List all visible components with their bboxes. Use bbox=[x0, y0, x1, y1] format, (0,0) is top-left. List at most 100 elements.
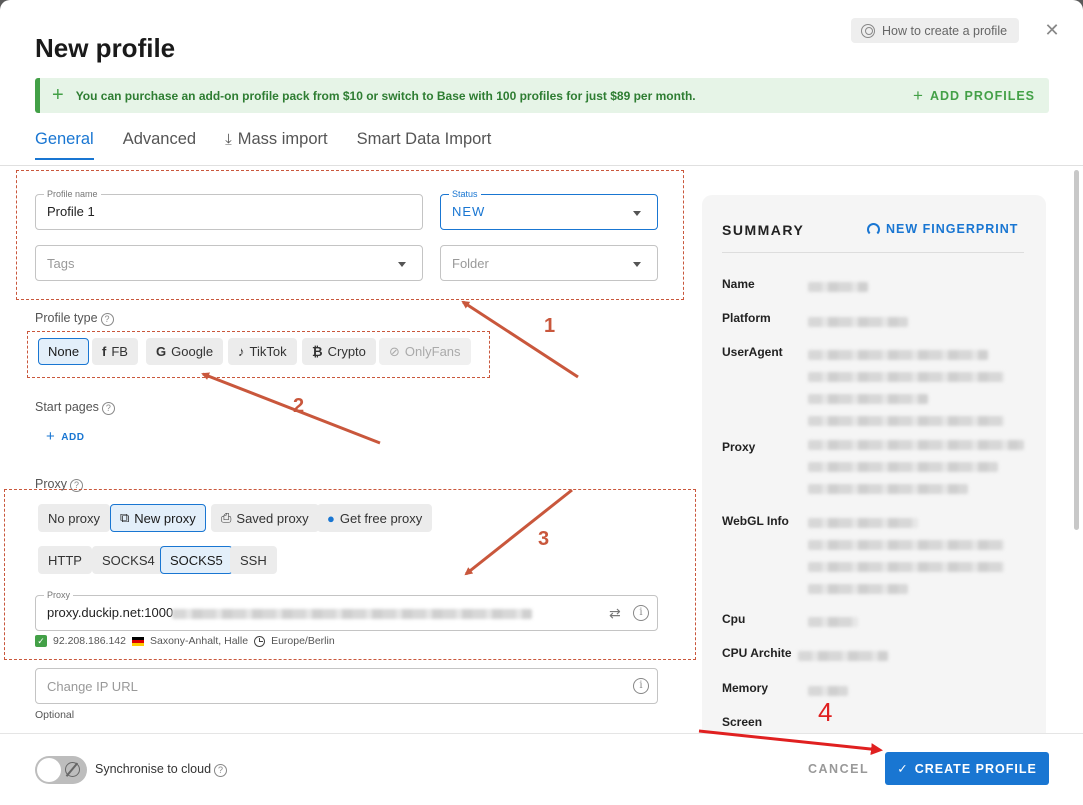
new-fingerprint-label: NEW FINGERPRINT bbox=[886, 222, 1019, 236]
summary-value-cpu bbox=[808, 614, 858, 632]
protocol-socks4-label: SOCKS4 bbox=[102, 552, 155, 568]
sync-cloud-toggle[interactable] bbox=[35, 756, 87, 784]
help-icon[interactable]: ? bbox=[100, 313, 114, 326]
clock-icon bbox=[254, 635, 266, 647]
profile-type-none[interactable]: None bbox=[38, 338, 90, 365]
chevron-down-icon bbox=[633, 262, 641, 267]
redacted-value bbox=[808, 317, 908, 327]
redacted-value bbox=[808, 518, 918, 528]
help-icon[interactable]: ? bbox=[101, 402, 115, 415]
bitcoin-icon: ₿ bbox=[312, 344, 323, 359]
summary-key-screen: Screen bbox=[722, 715, 763, 729]
info-icon[interactable]: i bbox=[633, 605, 649, 621]
redacted-value bbox=[808, 484, 968, 494]
proxy-location: Saxony-Anhalt, Halle bbox=[150, 635, 249, 647]
change-ip-url-helper: Optional bbox=[35, 709, 75, 721]
protocol-socks4[interactable]: SOCKS4 bbox=[92, 546, 165, 574]
status-value: NEW bbox=[452, 204, 486, 219]
tags-select[interactable]: Tags bbox=[35, 245, 423, 281]
check-icon: ✓ bbox=[35, 635, 47, 647]
profile-name-field[interactable]: Profile name Profile 1 bbox=[35, 189, 423, 230]
proxy-input[interactable]: Proxy proxy.duckip.net:1000 ⇄ i bbox=[35, 590, 658, 631]
redacted-value bbox=[808, 617, 858, 627]
tab-advanced-label: Advanced bbox=[122, 130, 197, 148]
add-profiles-button[interactable]: + ADD PROFILES bbox=[913, 86, 1035, 106]
proxy-mode-none[interactable]: No proxy bbox=[38, 504, 111, 532]
proxy-mode-free[interactable]: ● Get free proxy bbox=[317, 504, 433, 532]
redacted-value bbox=[808, 416, 1004, 426]
proxy-field-value: proxy.duckip.net:1000 bbox=[47, 605, 174, 620]
chevron-down-icon bbox=[398, 262, 406, 267]
plus-icon: + bbox=[46, 428, 56, 445]
annotation-number-4: 4 bbox=[818, 697, 833, 727]
plus-icon: + bbox=[913, 85, 924, 105]
create-profile-button[interactable]: ✓ CREATE PROFILE bbox=[885, 752, 1049, 785]
protocol-socks5-label: SOCKS5 bbox=[170, 552, 223, 568]
redacted-value bbox=[808, 282, 868, 292]
flag-icon bbox=[132, 636, 144, 646]
scrollbar[interactable] bbox=[1074, 170, 1079, 530]
folder-select[interactable]: Folder bbox=[440, 245, 658, 281]
start-pages-heading: Start pages? bbox=[35, 400, 115, 415]
proxy-mode-saved[interactable]: ⎙ Saved proxy bbox=[211, 504, 319, 532]
profile-name-label: Profile name bbox=[44, 189, 101, 200]
check-icon: ✓ bbox=[897, 762, 909, 776]
change-ip-url-input[interactable]: Change IP URL i bbox=[35, 668, 658, 704]
proxy-mode-new-label: New proxy bbox=[134, 510, 196, 526]
profile-type-label: Profile type bbox=[35, 311, 98, 325]
profile-type-crypto[interactable]: ₿ Crypto bbox=[302, 338, 376, 365]
protocol-socks5[interactable]: SOCKS5 bbox=[160, 546, 233, 574]
cloud-off-icon bbox=[65, 762, 80, 777]
close-icon[interactable]: ✕ bbox=[1043, 20, 1061, 41]
tab-mass-import[interactable]: ⤓ Mass import bbox=[225, 130, 328, 160]
tab-general-label: General bbox=[35, 130, 94, 148]
profile-type-fb[interactable]: f FB bbox=[92, 338, 138, 365]
help-icon[interactable]: ? bbox=[214, 764, 228, 777]
profile-type-heading: Profile type? bbox=[35, 311, 114, 326]
summary-key-cpu-architecture: CPU Archite bbox=[722, 646, 792, 660]
info-icon[interactable]: i bbox=[633, 678, 649, 694]
proxy-check-result: ✓ 92.208.186.142 Saxony-Anhalt, Halle Eu… bbox=[35, 635, 335, 647]
how-to-create-profile-button[interactable]: How to create a profile bbox=[851, 18, 1020, 43]
protocol-ssh[interactable]: SSH bbox=[230, 546, 277, 574]
sync-cloud-label: Synchronise to cloud bbox=[95, 762, 212, 776]
cancel-button[interactable]: CANCEL bbox=[808, 762, 869, 776]
tab-smart-data-import[interactable]: Smart Data Import bbox=[357, 130, 492, 160]
annotation-number-2: 2 bbox=[293, 395, 305, 417]
start-pages-label: Start pages bbox=[35, 400, 99, 414]
proxy-mode-new[interactable]: ⧉ New proxy bbox=[110, 504, 206, 532]
change-ip-url-placeholder: Change IP URL bbox=[47, 679, 138, 694]
redacted-value bbox=[798, 651, 888, 661]
status-select[interactable]: Status NEW bbox=[440, 189, 658, 230]
summary-key-name: Name bbox=[722, 277, 755, 291]
dialog-title: New profile bbox=[35, 33, 176, 63]
summary-value-webgl bbox=[808, 515, 1008, 599]
add-start-page-button[interactable]: + ADD bbox=[46, 428, 84, 445]
tab-advanced[interactable]: Advanced bbox=[123, 130, 196, 160]
summary-value-useragent bbox=[808, 347, 1008, 431]
profile-type-google[interactable]: G Google bbox=[146, 338, 224, 365]
redacted-value bbox=[808, 350, 988, 360]
proxy-mode-saved-label: Saved proxy bbox=[236, 510, 309, 526]
tab-general[interactable]: General bbox=[35, 130, 94, 160]
bookmark-icon: ⎙ bbox=[221, 510, 232, 525]
new-proxy-icon: ⧉ bbox=[120, 510, 130, 525]
summary-value-cpu-architecture bbox=[798, 648, 888, 666]
tab-divider bbox=[0, 165, 1083, 166]
banner-message: You can purchase an add-on profile pack … bbox=[75, 88, 696, 103]
swap-icon[interactable]: ⇄ bbox=[609, 605, 621, 622]
add-start-page-label: ADD bbox=[61, 432, 85, 443]
protocol-http[interactable]: HTTP bbox=[38, 546, 92, 574]
profile-type-google-label: Google bbox=[171, 344, 214, 359]
profile-type-tiktok[interactable]: ♪ TikTok bbox=[228, 338, 297, 365]
redacted-value bbox=[808, 462, 998, 472]
status-label: Status bbox=[449, 189, 481, 200]
arrow-2 bbox=[201, 372, 381, 445]
summary-divider bbox=[722, 252, 1024, 253]
new-profile-dialog: New profile How to create a profile ✕ + … bbox=[0, 0, 1083, 805]
redacted-value bbox=[808, 584, 908, 594]
annotation-number-1: 1 bbox=[544, 315, 556, 337]
new-fingerprint-button[interactable]: NEW FINGERPRINT bbox=[867, 222, 1018, 236]
tab-smart-data-import-label: Smart Data Import bbox=[356, 130, 492, 148]
summary-key-useragent: UserAgent bbox=[722, 345, 783, 359]
